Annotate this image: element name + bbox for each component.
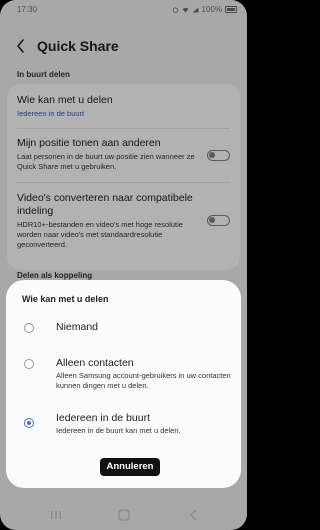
option-label: Iedereen in de buurt	[56, 412, 150, 424]
option-label: Niemand	[56, 321, 99, 333]
cancel-button[interactable]: Annuleren	[100, 458, 160, 476]
home-icon[interactable]	[114, 507, 134, 523]
option-description: Iedereen in de buurt kan met u delen.	[56, 426, 181, 435]
back-nav-icon[interactable]	[184, 507, 204, 523]
option-alleen-contacten[interactable]: Alleen contacten Alleen Samsung account-…	[6, 354, 241, 394]
option-iedereen-in-de-buurt[interactable]: Iedereen in de buurt Iedereen in de buur…	[6, 410, 241, 440]
option-label: Alleen contacten	[56, 357, 134, 369]
navigation-bar	[0, 500, 247, 530]
phone-screen: 17:30 100% Quick Share In buurt delen Wi…	[0, 0, 247, 530]
radio-button[interactable]	[24, 359, 34, 369]
radio-button[interactable]	[24, 323, 34, 333]
option-niemand[interactable]: Niemand	[6, 318, 241, 338]
radio-button-selected[interactable]	[24, 418, 34, 428]
who-can-share-dialog: Wie kan met u delen Niemand Alleen conta…	[6, 280, 241, 488]
option-description: Alleen Samsung account-gebruikers in uw …	[56, 371, 231, 390]
recent-apps-icon[interactable]	[46, 507, 66, 523]
dialog-title: Wie kan met u delen	[22, 294, 109, 304]
